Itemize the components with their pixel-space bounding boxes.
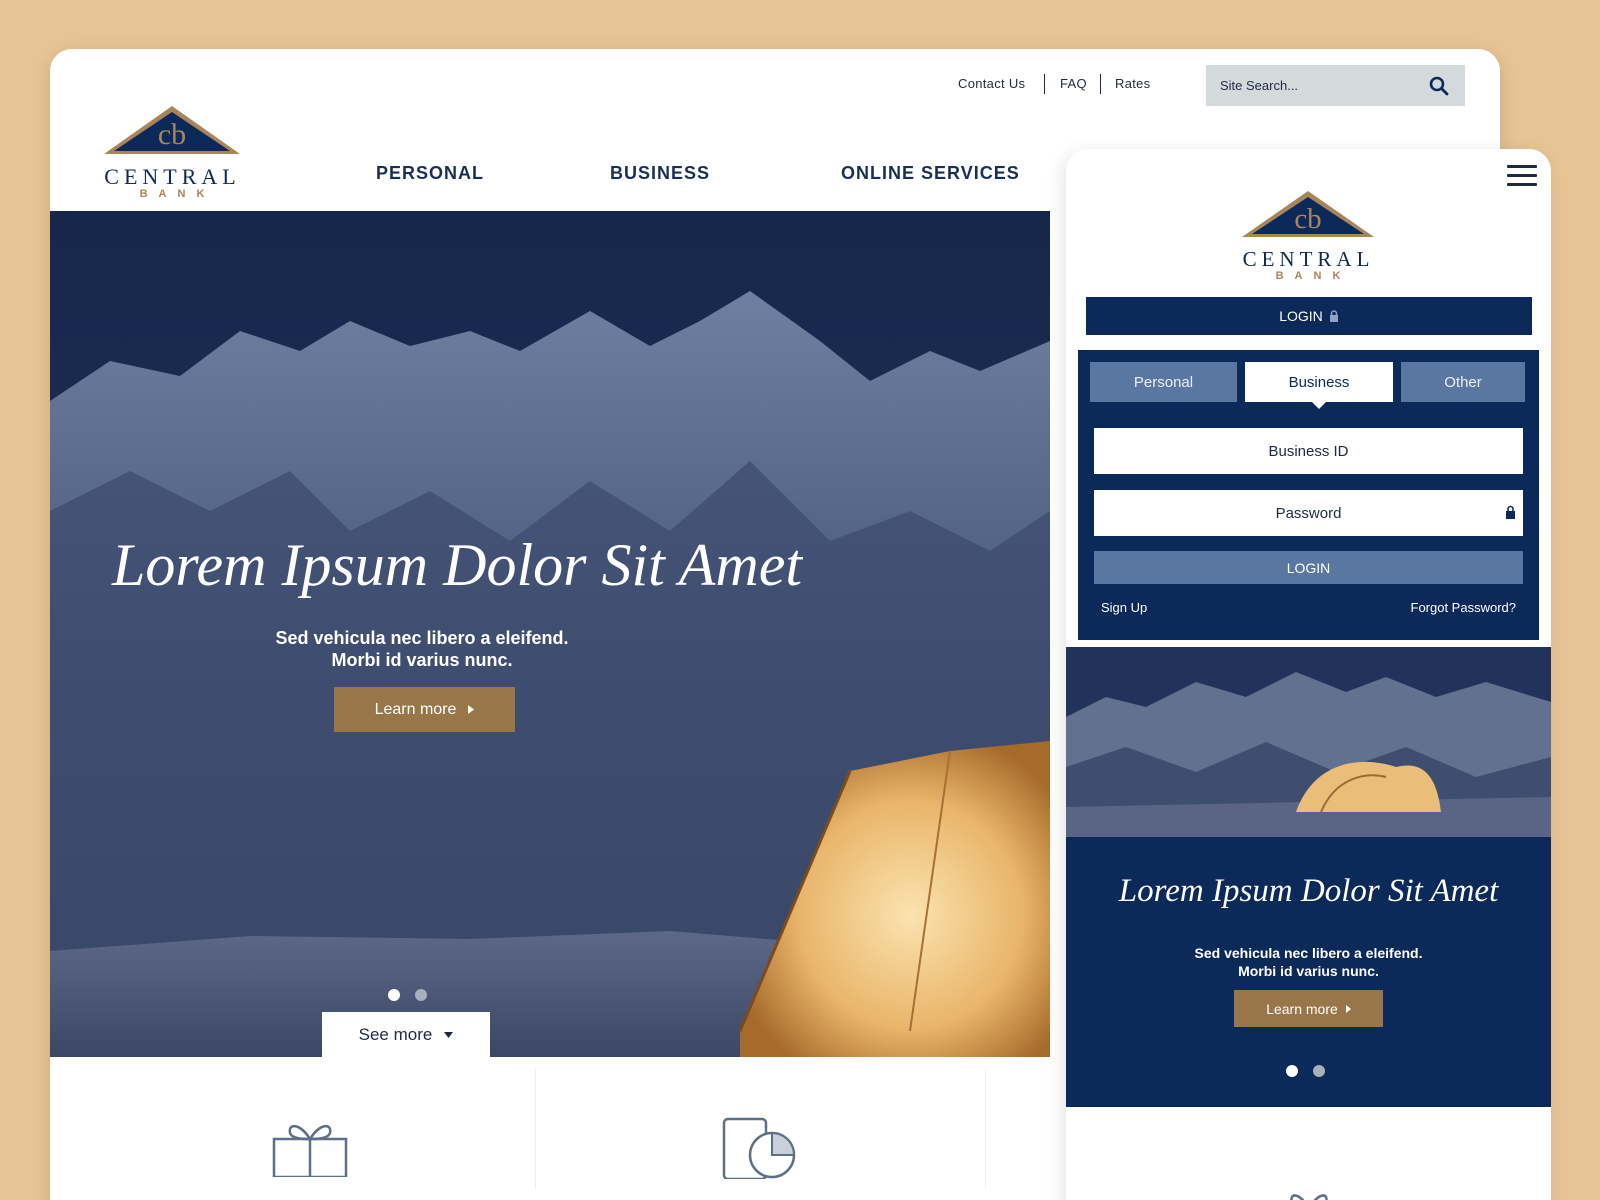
site-search bbox=[1206, 65, 1465, 106]
carousel-dot-2[interactable] bbox=[1313, 1065, 1325, 1077]
caret-right-icon bbox=[468, 705, 475, 714]
hero-subtitle-line-1: Sed vehicula nec libero a eleifend. bbox=[275, 628, 569, 648]
carousel-dots bbox=[388, 989, 427, 1001]
lock-icon bbox=[1329, 310, 1338, 322]
mobile-hero-subtitle-line-2: Morbi id varius nunc. bbox=[1238, 963, 1379, 979]
mobile-learn-more-button[interactable]: Learn more bbox=[1234, 990, 1383, 1027]
utility-divider bbox=[1100, 74, 1101, 94]
gift-icon bbox=[1290, 1194, 1328, 1200]
search-input[interactable] bbox=[1220, 78, 1430, 93]
carousel-dot-1[interactable] bbox=[1286, 1065, 1298, 1077]
see-more-button[interactable]: See more bbox=[322, 1012, 490, 1057]
mobile-bank-logo[interactable]: cb CENTRAL BANK bbox=[1236, 189, 1381, 282]
nav-personal[interactable]: PERSONAL bbox=[376, 163, 484, 184]
nav-business[interactable]: BUSINESS bbox=[610, 163, 710, 184]
nav-online-services[interactable]: ONLINE SERVICES bbox=[841, 163, 1020, 184]
column-divider bbox=[535, 1069, 536, 1189]
search-icon[interactable] bbox=[1429, 76, 1449, 96]
tab-other[interactable]: Other bbox=[1401, 362, 1525, 402]
rates-link[interactable]: Rates bbox=[1115, 76, 1150, 91]
mobile-chart-icon bbox=[722, 1117, 796, 1179]
carousel-dot-1[interactable] bbox=[388, 989, 400, 1001]
logo-monogram: cb bbox=[158, 118, 186, 151]
contact-us-link[interactable]: Contact Us bbox=[958, 76, 1025, 91]
carousel-dot-2[interactable] bbox=[415, 989, 427, 1001]
faq-link[interactable]: FAQ bbox=[1060, 76, 1087, 91]
bank-logo[interactable]: cb CENTRAL BANK bbox=[100, 104, 245, 200]
hero-subtitle-line-2: Morbi id varius nunc. bbox=[331, 650, 513, 670]
caret-right-icon bbox=[1345, 1004, 1351, 1013]
password-field[interactable] bbox=[1094, 490, 1523, 536]
logo-mark-icon: cb bbox=[1242, 191, 1374, 237]
mobile-hero-title: Lorem Ipsum Dolor Sit Amet bbox=[1118, 873, 1499, 909]
lock-icon bbox=[1506, 505, 1515, 519]
see-more-label: See more bbox=[358, 1024, 433, 1044]
tab-personal[interactable]: Personal bbox=[1090, 362, 1237, 402]
logo-monogram: cb bbox=[1294, 203, 1321, 235]
learn-more-label: Learn more bbox=[1266, 1000, 1338, 1017]
hero-title: Lorem Ipsum Dolor Sit Amet bbox=[112, 532, 802, 598]
hero-background-image bbox=[1066, 647, 1551, 837]
mobile-hero-subtitle-line-1: Sed vehicula nec libero a eleifend. bbox=[1194, 945, 1423, 961]
mobile-login-toggle[interactable]: LOGIN bbox=[1086, 297, 1532, 335]
logo-mark-icon: cb bbox=[104, 106, 240, 154]
forgot-password-link[interactable]: Forgot Password? bbox=[1411, 600, 1517, 615]
hero-banner: Lorem Ipsum Dolor Sit Amet Sed vehicula … bbox=[50, 211, 1050, 1057]
hamburger-icon[interactable] bbox=[1507, 165, 1537, 187]
mobile-hero-image bbox=[1066, 647, 1551, 837]
hero-subtitle: Sed vehicula nec libero a eleifend. Morb… bbox=[222, 627, 622, 671]
login-submit-button[interactable]: LOGIN bbox=[1094, 551, 1523, 584]
login-panel: Personal Business Other LOGIN Sign Up Fo… bbox=[1078, 350, 1539, 640]
learn-more-label: Learn more bbox=[374, 700, 457, 718]
chevron-down-icon bbox=[444, 1031, 454, 1038]
logo-wordmark: CENTRAL bbox=[104, 164, 241, 189]
features-section bbox=[50, 1057, 1050, 1200]
mobile-hero-text-panel: Lorem Ipsum Dolor Sit Amet Sed vehicula … bbox=[1066, 837, 1551, 1107]
sign-up-link[interactable]: Sign Up bbox=[1101, 600, 1147, 615]
login-bar-label: LOGIN bbox=[1279, 308, 1323, 324]
column-divider bbox=[985, 1069, 986, 1189]
mobile-hero-subtitle: Sed vehicula nec libero a eleifend. Morb… bbox=[1066, 944, 1551, 980]
tab-business[interactable]: Business bbox=[1245, 362, 1393, 409]
mobile-carousel-dots bbox=[1286, 1065, 1325, 1077]
utility-divider bbox=[1044, 74, 1045, 94]
mobile-site-mockup: cb CENTRAL BANK LOGIN Personal Business … bbox=[1066, 149, 1551, 1200]
logo-wordmark: CENTRAL bbox=[1242, 247, 1375, 271]
learn-more-button[interactable]: Learn more bbox=[334, 687, 515, 732]
gift-icon bbox=[272, 1125, 348, 1177]
business-id-field[interactable] bbox=[1094, 428, 1523, 474]
